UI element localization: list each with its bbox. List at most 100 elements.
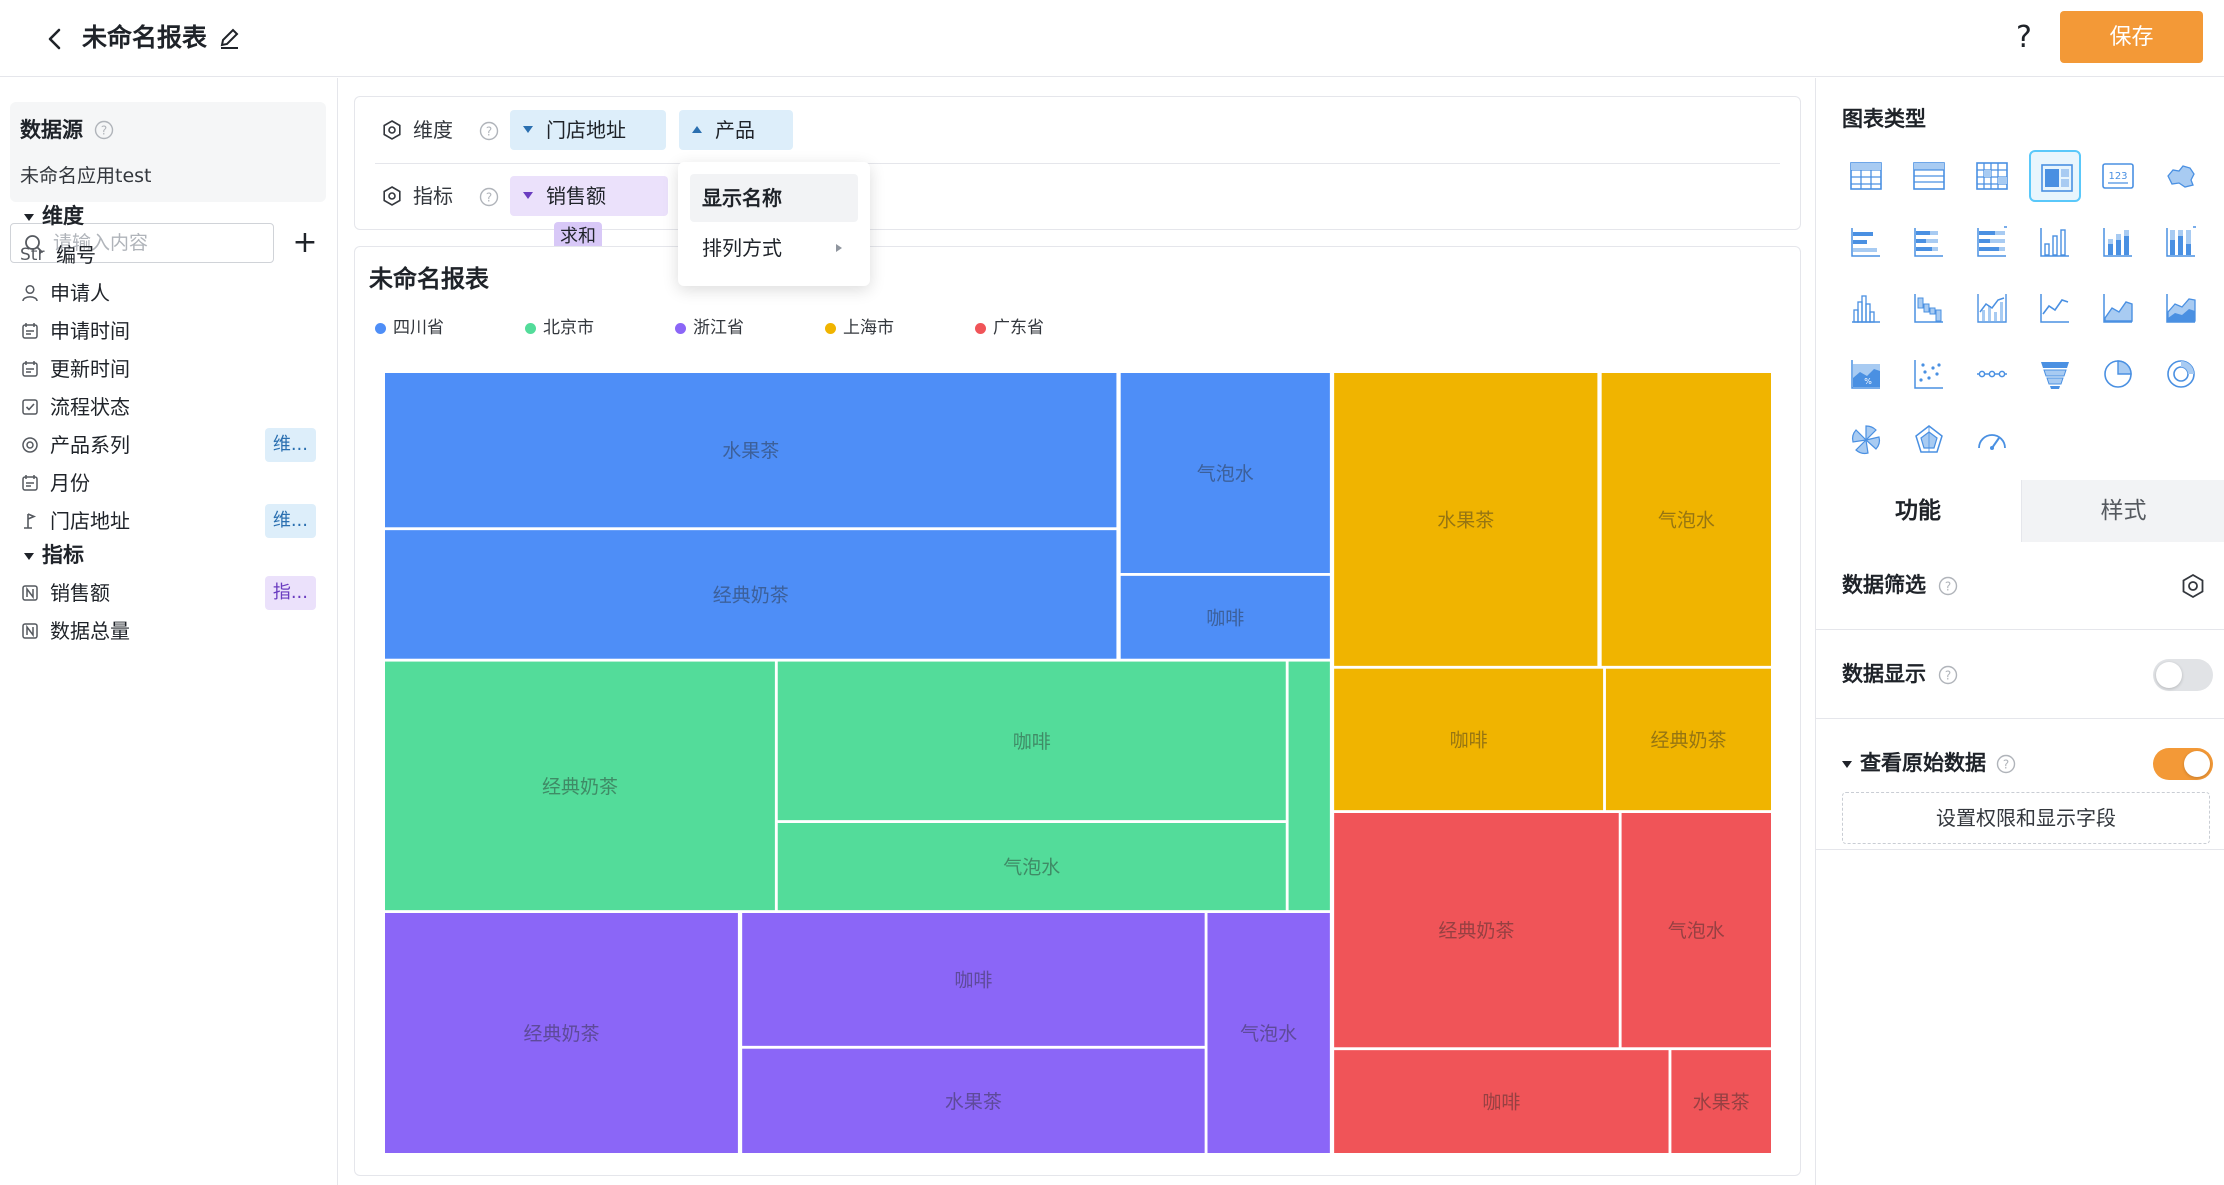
raw-data-label[interactable]: 查看原始数据: [1842, 748, 1986, 778]
scatter-icon: [1914, 360, 1943, 389]
chart-type-area-icon[interactable]: [2092, 282, 2144, 334]
field-item-product-series[interactable]: 产品系列 维...: [20, 426, 330, 464]
legend-swatch: [825, 323, 836, 334]
help-icon[interactable]: ?: [479, 121, 499, 141]
chart-type-rose-icon[interactable]: [1840, 414, 1892, 466]
field-label: 数据总量: [50, 619, 130, 643]
field-item-store-address[interactable]: 门店地址 维...: [20, 502, 330, 540]
treemap-cell-label: 咖啡: [954, 969, 992, 991]
treemap-cell-label: 气泡水: [1197, 463, 1254, 485]
dimension-pill-store-address[interactable]: 门店地址: [510, 110, 666, 150]
save-button[interactable]: 保存: [2060, 11, 2203, 63]
top-bar: 未命名报表 ? 保存: [0, 0, 2224, 77]
field-item-data-count[interactable]: 数据总量: [20, 612, 330, 650]
edit-title-icon[interactable]: [216, 24, 244, 52]
pie-icon: [2104, 360, 2132, 388]
data-display-toggle[interactable]: [2153, 659, 2213, 691]
calendar-icon: [22, 475, 38, 491]
help-icon[interactable]: ?: [2006, 20, 2042, 56]
menu-item-sort-order[interactable]: 排列方式: [690, 224, 858, 272]
chart-type-column-stack-icon[interactable]: [2092, 216, 2144, 268]
treemap-icon: [2041, 164, 2073, 192]
chart-type-ring-icon[interactable]: [2155, 348, 2207, 400]
help-icon[interactable]: ?: [1996, 754, 2016, 774]
data-filter-row: 数据筛选 ?: [1816, 542, 2224, 630]
tab-style[interactable]: 样式: [2021, 480, 2224, 542]
back-icon[interactable]: [38, 22, 72, 56]
chart-type-area-stack-icon[interactable]: [2155, 282, 2207, 334]
chart-type-bar-h-icon[interactable]: [1840, 216, 1892, 268]
chart-type-bar-h-percent-icon[interactable]: [1966, 216, 2018, 268]
treemap-cell-label: 水果茶: [722, 440, 779, 462]
field-item-apply-time[interactable]: 申请时间: [20, 312, 330, 350]
chart-type-waterfall-icon[interactable]: [1903, 282, 1955, 334]
chart-title: 未命名报表: [369, 265, 489, 293]
chart-type-pie-icon[interactable]: [2092, 348, 2144, 400]
field-item-month[interactable]: 月份: [20, 464, 330, 502]
column-stack-icon: [2103, 228, 2132, 257]
list-table-icon: [1913, 162, 1945, 190]
datasource-help-icon[interactable]: ?: [94, 120, 114, 140]
field-item-id[interactable]: Str 编号: [20, 236, 330, 274]
field-label: 编号: [56, 243, 96, 267]
datasource-card[interactable]: 数据源 ? 未命名应用test: [10, 102, 326, 202]
set-permission-button[interactable]: 设置权限和显示字段: [1842, 792, 2210, 844]
metric-group-header[interactable]: 指标: [24, 540, 84, 570]
field-label: 流程状态: [50, 395, 130, 419]
chart-type-treemap-icon[interactable]: [2029, 150, 2081, 202]
chart-type-cross-table-icon[interactable]: [1966, 150, 2018, 202]
gear-icon[interactable]: [2179, 572, 2207, 600]
dimension-settings-icon[interactable]: [381, 119, 403, 141]
dimension-pill-product[interactable]: 产品: [679, 110, 793, 150]
caret-down-icon: [24, 552, 34, 560]
tab-function[interactable]: 功能: [1816, 480, 2020, 542]
caret-down-icon: [523, 192, 533, 199]
metric-settings-icon[interactable]: [381, 185, 403, 207]
treemap-cell-label: 水果茶: [1437, 509, 1494, 531]
chart-type-table-icon[interactable]: [1840, 150, 1892, 202]
area-percent-icon: %: [1851, 360, 1880, 389]
chart-type-area-percent-icon[interactable]: %: [1840, 348, 1892, 400]
legend-swatch: [525, 323, 536, 334]
panel-tabs: 功能 样式: [1816, 480, 2224, 542]
chart-type-radar-icon[interactable]: [1903, 414, 1955, 466]
treemap-cell-label: 气泡水: [1668, 920, 1725, 942]
chart-type-column-icon[interactable]: [2029, 216, 2081, 268]
treemap-cell[interactable]: [1288, 661, 1330, 911]
legend-swatch: [975, 323, 986, 334]
chart-type-dot-line-icon[interactable]: [1966, 348, 2018, 400]
raw-data-toggle[interactable]: [2153, 748, 2213, 780]
chart-type-list-table-icon[interactable]: [1903, 150, 1955, 202]
chart-type-scatter-icon[interactable]: [1903, 348, 1955, 400]
field-item-sales[interactable]: 销售额 指...: [20, 574, 330, 612]
calendar-icon: [22, 323, 38, 339]
chart-type-funnel-icon[interactable]: [2029, 348, 2081, 400]
chart-type-map-icon[interactable]: [2155, 150, 2207, 202]
chart-type-bar-h-stack-icon[interactable]: [1903, 216, 1955, 268]
datasource-name: 未命名应用test: [20, 165, 152, 187]
chart-type-histogram-icon[interactable]: [1840, 282, 1892, 334]
checkbox-icon: [22, 399, 38, 415]
menu-item-display-name[interactable]: 显示名称: [690, 174, 858, 222]
treemap-cell-label: 水果茶: [1693, 1092, 1750, 1114]
dimension-group-header[interactable]: 维度: [24, 201, 84, 231]
help-icon[interactable]: ?: [1938, 665, 1958, 685]
treemap-cell-label: 经典奶茶: [523, 1023, 599, 1045]
chart-type-line-icon[interactable]: [2029, 282, 2081, 334]
caret-up-icon: [692, 126, 702, 133]
field-item-applicant[interactable]: 申请人: [20, 274, 330, 312]
column-icon: [2040, 228, 2069, 257]
chart-type-kpi-icon[interactable]: 123: [2092, 150, 2144, 202]
field-item-flow-status[interactable]: 流程状态: [20, 388, 330, 426]
funnel-icon: [2041, 362, 2069, 389]
help-icon[interactable]: ?: [1938, 576, 1958, 596]
treemap-chart: 水果茶经典奶茶气泡水咖啡经典奶茶咖啡气泡水经典奶茶咖啡水果茶气泡水水果茶 气泡水咖…: [385, 373, 1771, 1153]
help-icon[interactable]: ?: [479, 187, 499, 207]
chart-type-gauge-icon[interactable]: [1966, 414, 2018, 466]
chart-type-column-percent-icon[interactable]: [2155, 216, 2207, 268]
data-display-label: 数据显示: [1842, 662, 1926, 686]
metric-pill-sales[interactable]: 销售额求和: [510, 176, 668, 252]
field-item-update-time[interactable]: 更新时间: [20, 350, 330, 388]
svg-text:?: ?: [101, 124, 107, 138]
chart-type-combo-icon[interactable]: [1966, 282, 2018, 334]
